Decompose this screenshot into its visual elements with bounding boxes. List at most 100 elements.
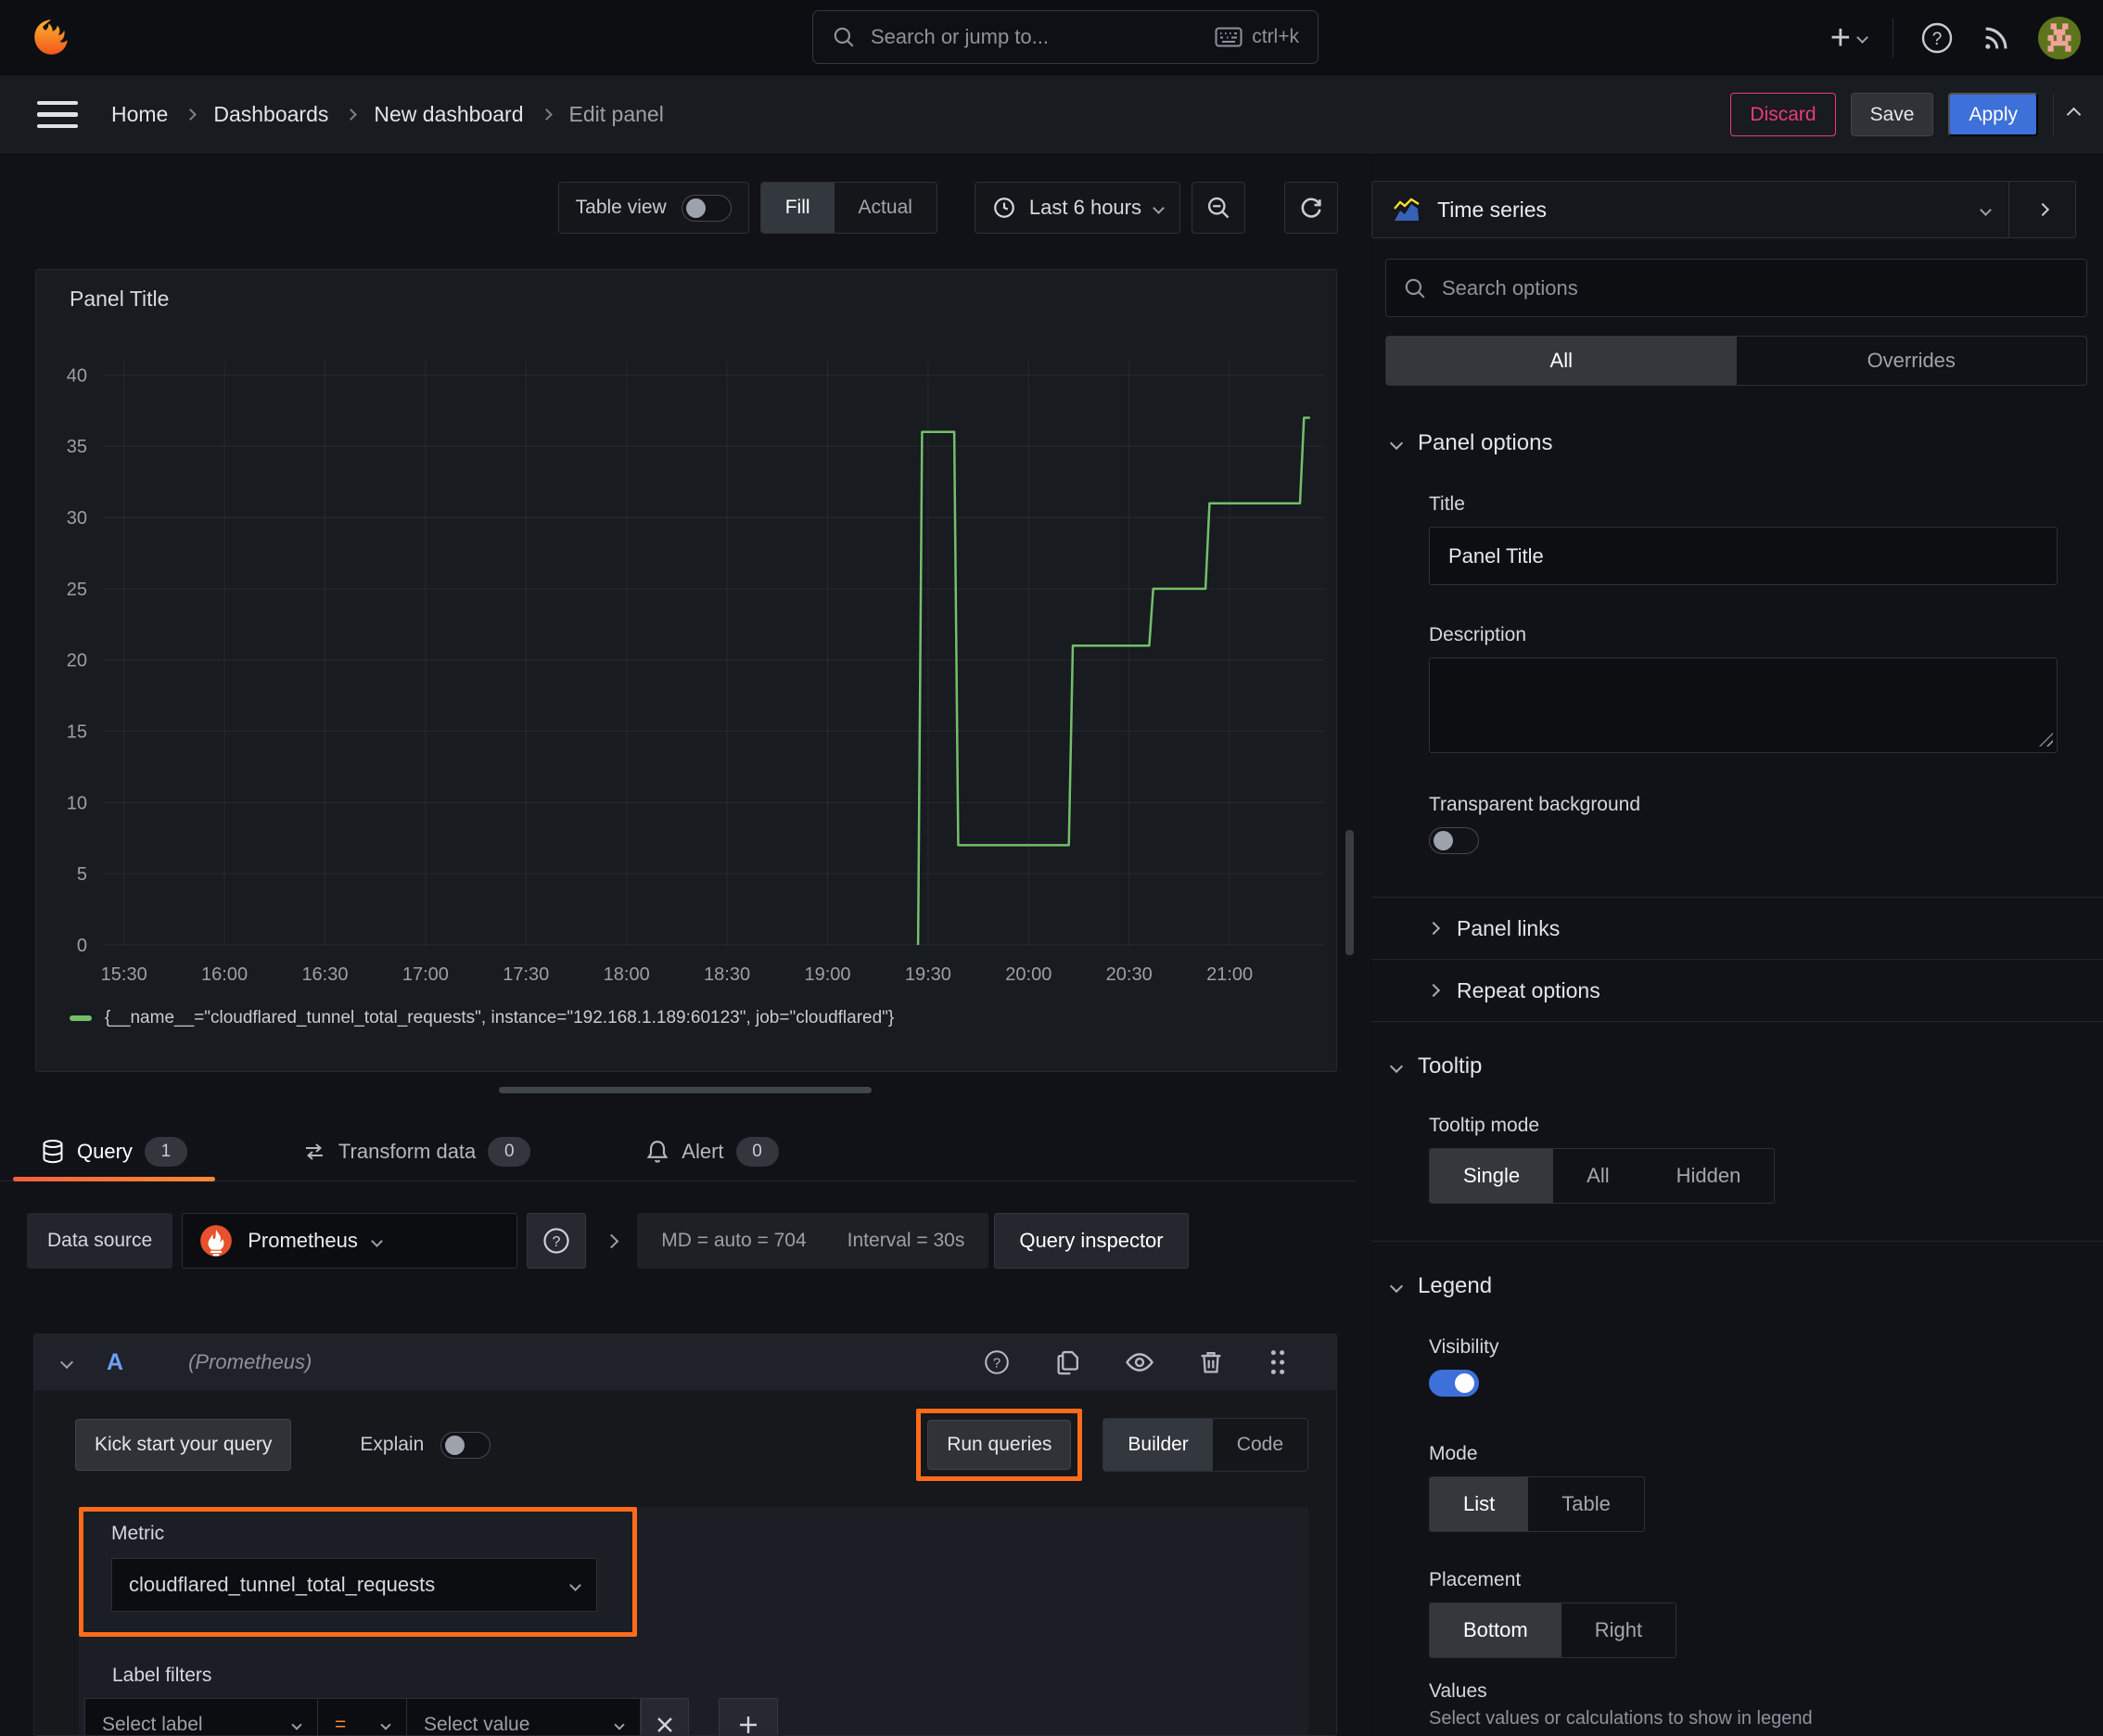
chevron-down-icon (1389, 436, 1404, 451)
chevron-down-icon[interactable] (59, 1355, 74, 1370)
y-axis-tick-label: 20 (67, 651, 87, 671)
query-tabs: Query 1 Transform data 0 Alert 0 (0, 1122, 1355, 1181)
description-textarea[interactable] (1429, 657, 2058, 753)
legend-series-swatch (70, 1015, 92, 1021)
options-search[interactable]: Search options (1385, 259, 2087, 317)
tooltip-section-header[interactable]: Tooltip (1371, 1053, 2103, 1079)
query-editor: A (Prometheus) ? Kick start your query E… (33, 1334, 1337, 1736)
series-line (916, 416, 1310, 946)
news-rss-button[interactable] (1981, 22, 2012, 54)
kick-start-query-button[interactable]: Kick start your query (75, 1419, 292, 1471)
builder-option[interactable]: Builder (1103, 1419, 1213, 1471)
new-menu-button[interactable]: + (1830, 20, 1868, 56)
tab-transform-data[interactable]: Transform data 0 (274, 1122, 558, 1181)
refresh-button[interactable] (1284, 182, 1338, 234)
options-search-placeholder: Search options (1442, 275, 1578, 300)
tooltip-hidden-option[interactable]: Hidden (1643, 1149, 1775, 1203)
user-avatar[interactable] (2038, 16, 2081, 59)
drag-handle-icon[interactable] (1268, 1348, 1288, 1376)
apply-button[interactable]: Apply (1948, 93, 2038, 136)
visualization-picker[interactable]: Time series (1372, 182, 2008, 237)
datasource-picker[interactable]: Prometheus (182, 1213, 518, 1269)
transparent-background-toggle[interactable] (1429, 827, 1479, 854)
legend-mode-table-option[interactable]: Table (1528, 1477, 1644, 1531)
legend-mode-segment: List Table (1429, 1476, 1645, 1532)
viz-suggestions-button[interactable] (2008, 182, 2075, 237)
panel-options-title: Panel options (1418, 430, 1553, 455)
section-divider (1371, 1021, 2103, 1022)
y-axis-tick-label: 10 (67, 793, 87, 813)
datasource-help-button[interactable]: ? (527, 1213, 587, 1269)
chevron-down-icon (1389, 1059, 1404, 1074)
breadcrumb-home[interactable]: Home (111, 102, 168, 127)
time-series-chart[interactable]: 0 5 10 15 20 25 30 35 40 15:30 16:00 16:30 17:00 17:3… (36, 270, 1336, 993)
repeat-options-section-header[interactable]: Repeat options (1371, 960, 2103, 1021)
x-axis-tick-label: 17:00 (402, 964, 449, 985)
time-range-picker[interactable]: Last 6 hours (974, 182, 1180, 234)
zoom-out-button[interactable] (1192, 182, 1245, 234)
tooltip-single-option[interactable]: Single (1430, 1149, 1554, 1203)
x-axis-tick-label: 19:30 (905, 964, 951, 985)
chart-legend[interactable]: {__name__="cloudflared_tunnel_total_requ… (70, 1008, 894, 1028)
code-option[interactable]: Code (1213, 1419, 1307, 1471)
pane-resize-handle[interactable] (499, 1087, 872, 1093)
x-axis-tick-label: 20:00 (1005, 964, 1052, 985)
legend-placement-right-option[interactable]: Right (1561, 1603, 1676, 1657)
y-axis-tick-label: 30 (67, 508, 87, 529)
fill-option[interactable]: Fill (760, 183, 835, 233)
shortcut-label: ctrl+k (1252, 26, 1299, 47)
panel-options-section-header[interactable]: Panel options (1371, 430, 2103, 456)
grafana-logo-icon[interactable] (28, 15, 74, 61)
expand-row-button[interactable] (595, 1233, 628, 1248)
query-help-icon[interactable]: ? (982, 1347, 1012, 1377)
x-axis-tick-label: 16:30 (301, 964, 348, 985)
x-axis-tick-label: 20:30 (1106, 964, 1153, 985)
tooltip-title: Tooltip (1418, 1053, 1483, 1079)
tab-overrides[interactable]: Overrides (1737, 337, 2087, 385)
query-inspector-button[interactable]: Query inspector (994, 1213, 1189, 1269)
duplicate-query-icon[interactable] (1054, 1348, 1082, 1376)
global-search[interactable]: Search or jump to... ctrl+k (812, 10, 1319, 64)
y-axis-tick-label: 40 (67, 365, 87, 386)
legend-mode-list-option[interactable]: List (1430, 1477, 1529, 1531)
collapse-options-button[interactable] (2066, 107, 2082, 122)
filter-label-select[interactable]: Select label (84, 1698, 318, 1735)
visualization-type-label: Time series (1437, 197, 1547, 222)
delete-query-trash-icon[interactable] (1197, 1348, 1225, 1376)
tab-all[interactable]: All (1386, 337, 1737, 385)
y-axis-tick-label: 0 (77, 936, 87, 956)
panel-title-input[interactable] (1429, 527, 2058, 585)
query-builder-body: Metric cloudflared_tunnel_total_requests… (79, 1507, 1308, 1735)
legend-section-header[interactable]: Legend (1371, 1273, 2103, 1299)
tab-query[interactable]: Query 1 (13, 1122, 215, 1181)
hide-query-eye-icon[interactable] (1125, 1347, 1154, 1377)
legend-visibility-toggle[interactable] (1429, 1370, 1479, 1397)
panel-links-section-header[interactable]: Panel links (1371, 898, 2103, 959)
discard-button[interactable]: Discard (1730, 93, 1836, 136)
add-filter-button[interactable] (719, 1698, 778, 1735)
remove-filter-button[interactable] (641, 1698, 689, 1735)
save-button[interactable]: Save (1850, 93, 1934, 136)
query-row-header[interactable]: A (Prometheus) ? (34, 1334, 1336, 1390)
scrollbar-thumb[interactable] (1345, 830, 1354, 955)
tooltip-all-option[interactable]: All (1553, 1149, 1642, 1203)
run-queries-button[interactable]: Run queries (927, 1420, 1072, 1470)
actual-option[interactable]: Actual (835, 183, 937, 233)
help-button[interactable]: ? (1919, 20, 1955, 56)
tab-alert[interactable]: Alert 0 (618, 1122, 806, 1181)
menu-toggle-button[interactable] (37, 100, 78, 129)
explain-toggle[interactable] (440, 1431, 491, 1459)
breadcrumb-new-dashboard[interactable]: New dashboard (374, 102, 523, 127)
breadcrumb-dashboards[interactable]: Dashboards (213, 102, 328, 127)
legend-placement-bottom-option[interactable]: Bottom (1430, 1603, 1561, 1657)
x-axis-tick-label: 16:00 (201, 964, 248, 985)
filter-value-select[interactable]: Select value (407, 1698, 641, 1735)
table-view-toggle[interactable] (681, 194, 732, 222)
max-data-points-stat: MD = auto = 704 (661, 1230, 807, 1251)
filter-operator-select[interactable]: = (318, 1698, 407, 1735)
x-axis-tick-label: 18:30 (704, 964, 750, 985)
panel-title[interactable]: Panel Title (70, 287, 169, 312)
legend-values-label: Values (1429, 1680, 1487, 1702)
legend-series-label[interactable]: {__name__="cloudflared_tunnel_total_requ… (105, 1008, 894, 1028)
metric-select[interactable]: cloudflared_tunnel_total_requests (111, 1558, 597, 1612)
